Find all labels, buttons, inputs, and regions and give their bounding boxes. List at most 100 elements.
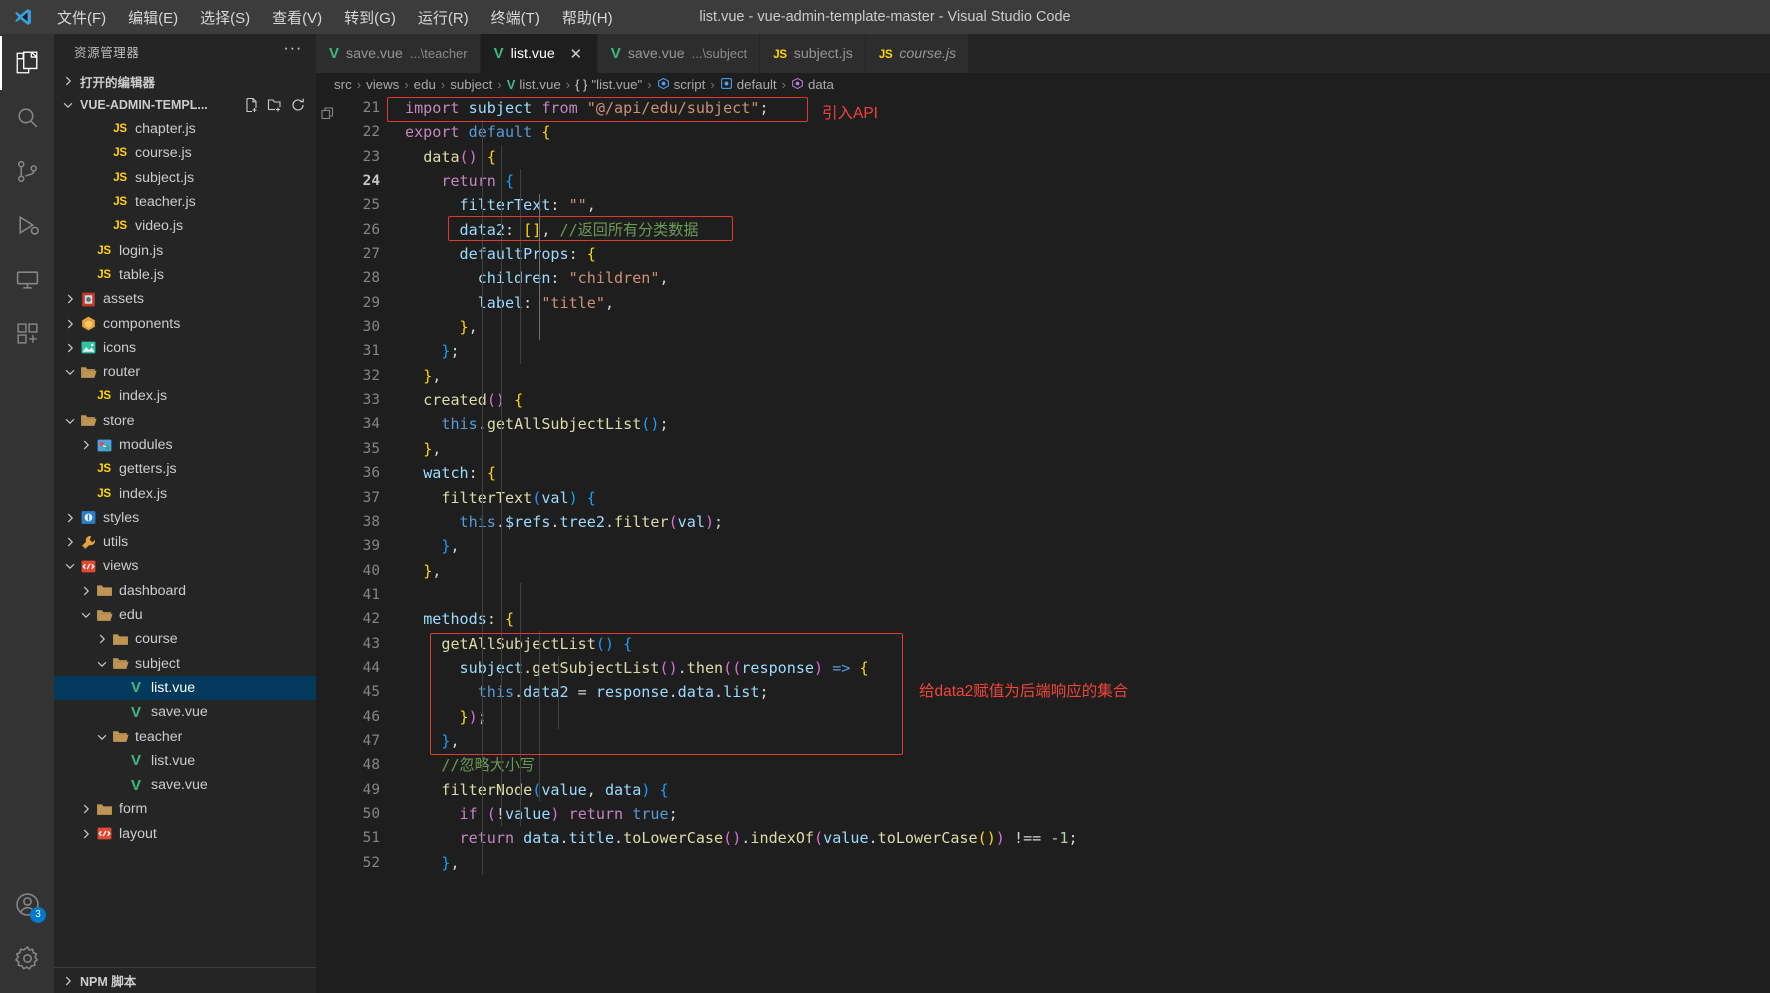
tree-item-getters-js[interactable]: JS getters.js: [54, 457, 316, 481]
breadcrumb-item-default[interactable]: default: [720, 77, 777, 93]
editor-tab-subject-js[interactable]: JS subject.js: [760, 34, 866, 73]
code-text[interactable]: this.getAllSubjectList();: [402, 412, 668, 436]
code-text[interactable]: defaultProps: {: [402, 242, 596, 266]
new-folder-icon[interactable]: [265, 95, 285, 115]
account-icon[interactable]: 3: [0, 877, 54, 931]
gear-icon[interactable]: [0, 931, 54, 985]
remote-explorer-icon[interactable]: [0, 252, 54, 306]
menu-file[interactable]: 文件(F): [46, 4, 117, 31]
tree-item-chapter-js[interactable]: JS chapter.js: [54, 117, 316, 141]
tree-item-dashboard[interactable]: dashboard: [54, 579, 316, 603]
code-text[interactable]: },: [402, 851, 459, 875]
code-text[interactable]: filterText(val) {: [402, 486, 596, 510]
search-icon[interactable]: [0, 90, 54, 144]
menu-terminal[interactable]: 终端(T): [480, 4, 551, 31]
editor-tab-course-js[interactable]: JS course.js: [865, 34, 970, 73]
code-text[interactable]: },: [402, 559, 441, 583]
code-text[interactable]: },: [402, 315, 478, 339]
tree-item-video-js[interactable]: JS video.js: [54, 214, 316, 238]
explorer-icon[interactable]: [0, 36, 54, 90]
editor-tab-save-vue[interactable]: Vsave.vue ...\teacher: [316, 34, 481, 73]
menu-help[interactable]: 帮助(H): [551, 4, 624, 31]
breadcrumb-item-data[interactable]: data: [791, 77, 834, 93]
breadcrumb-item-listvue[interactable]: { } "list.vue": [575, 77, 642, 92]
tree-item-edu[interactable]: edu: [54, 603, 316, 627]
breadcrumb-item-subject[interactable]: subject: [450, 77, 492, 92]
new-file-icon[interactable]: [242, 95, 262, 115]
code-text[interactable]: },: [402, 729, 459, 753]
tree-item-list-vue[interactable]: Vlist.vue: [54, 675, 316, 701]
code-text[interactable]: import subject from "@/api/edu/subject";: [402, 96, 769, 120]
tree-item-utils[interactable]: utils: [54, 530, 316, 554]
tree-item-index-js[interactable]: JS index.js: [54, 481, 316, 505]
code-text[interactable]: export default {: [402, 120, 550, 144]
code-text[interactable]: label: "title",: [402, 291, 614, 315]
project-root-section[interactable]: VUE-ADMIN-TEMPL...: [54, 93, 316, 117]
tree-item-icons[interactable]: icons: [54, 336, 316, 360]
code-text[interactable]: if (!value) return true;: [402, 802, 678, 826]
menu-go[interactable]: 转到(G): [333, 4, 407, 31]
breadcrumb-item-edu[interactable]: edu: [414, 77, 436, 92]
breadcrumb-item-listvue[interactable]: Vlist.vue: [507, 77, 561, 92]
editor-tab-list-vue[interactable]: Vlist.vue ✕: [480, 34, 598, 73]
open-editors-section[interactable]: 打开的编辑器: [54, 69, 316, 93]
tree-item-login-js[interactable]: JS login.js: [54, 238, 316, 262]
tree-item-assets[interactable]: assets: [54, 287, 316, 311]
menu-run[interactable]: 运行(R): [407, 4, 480, 31]
tree-item-list-vue[interactable]: Vlist.vue: [54, 749, 316, 773]
tree-item-index-js[interactable]: JS index.js: [54, 384, 316, 408]
tree-item-styles[interactable]: styles: [54, 506, 316, 530]
code-text[interactable]: data2: [], //返回所有分类数据: [402, 218, 699, 242]
tree-item-views[interactable]: views: [54, 554, 316, 578]
code-text[interactable]: };: [402, 339, 459, 363]
tree-item-course-js[interactable]: JS course.js: [54, 141, 316, 165]
code-text[interactable]: this.$refs.tree2.filter(val);: [402, 510, 724, 534]
code-text[interactable]: created() {: [402, 388, 523, 412]
breadcrumb-item-views[interactable]: views: [366, 77, 399, 92]
code-text[interactable]: },: [402, 534, 459, 558]
code-text[interactable]: subject.getSubjectList().then((response)…: [402, 656, 869, 680]
tree-item-modules[interactable]: modules: [54, 433, 316, 457]
editor-tabs[interactable]: Vsave.vue ...\teacher Vlist.vue ✕ Vsave.vue.…: [316, 34, 1770, 73]
code-text[interactable]: filterNode(value, data) {: [402, 778, 668, 802]
tree-item-components[interactable]: components: [54, 311, 316, 335]
code-text[interactable]: children: "children",: [402, 266, 669, 290]
menu-edit[interactable]: 编辑(E): [117, 4, 189, 31]
code-text[interactable]: filterText: "",: [402, 193, 596, 217]
tree-item-course[interactable]: course: [54, 627, 316, 651]
tree-item-subject-js[interactable]: JS subject.js: [54, 166, 316, 190]
menu-view[interactable]: 查看(V): [261, 4, 333, 31]
sidebar-more-actions-icon[interactable]: ···: [277, 39, 308, 59]
code-text[interactable]: return {: [402, 169, 514, 193]
code-editor[interactable]: 21 import subject from "@/api/edu/subject…: [316, 96, 1770, 993]
breadcrumb-item-script[interactable]: script: [657, 77, 705, 93]
file-tree[interactable]: JS chapter.js JS course.js JS subject.js JS tea…: [54, 117, 316, 967]
source-control-icon[interactable]: [0, 144, 54, 198]
tree-item-teacher[interactable]: teacher: [54, 724, 316, 748]
tree-item-save-vue[interactable]: Vsave.vue: [54, 773, 316, 797]
editor-tab-save-vue[interactable]: Vsave.vue ...\subject: [597, 34, 761, 73]
extensions-icon[interactable]: [0, 306, 54, 360]
code-text[interactable]: this.data2 = response.data.list;: [402, 680, 769, 704]
run-debug-icon[interactable]: [0, 198, 54, 252]
code-text[interactable]: });: [402, 705, 487, 729]
menu-selection[interactable]: 选择(S): [189, 4, 261, 31]
tree-item-save-vue[interactable]: Vsave.vue: [54, 700, 316, 724]
tree-item-subject[interactable]: subject: [54, 652, 316, 676]
refresh-icon[interactable]: [288, 95, 308, 115]
code-text[interactable]: methods: {: [402, 607, 514, 631]
npm-scripts-section[interactable]: NPM 脚本: [54, 967, 316, 993]
code-text[interactable]: },: [402, 437, 441, 461]
breadcrumb-item-src[interactable]: src: [334, 77, 352, 92]
code-text[interactable]: getAllSubjectList() {: [402, 632, 632, 656]
code-text[interactable]: [402, 583, 405, 607]
code-text[interactable]: //忽略大小写: [402, 753, 535, 777]
tab-close-icon[interactable]: ✕: [567, 45, 585, 63]
breadcrumb[interactable]: src › views › edu › subject › Vlist.vue › { } "list…: [316, 73, 1770, 96]
tree-item-router[interactable]: router: [54, 360, 316, 384]
tree-item-store[interactable]: store: [54, 409, 316, 433]
tree-item-form[interactable]: form: [54, 797, 316, 821]
code-scroll[interactable]: 21 import subject from "@/api/edu/subject…: [340, 96, 1770, 993]
tree-item-teacher-js[interactable]: JS teacher.js: [54, 190, 316, 214]
code-text[interactable]: return data.title.toLowerCase().indexOf(…: [402, 826, 1078, 850]
